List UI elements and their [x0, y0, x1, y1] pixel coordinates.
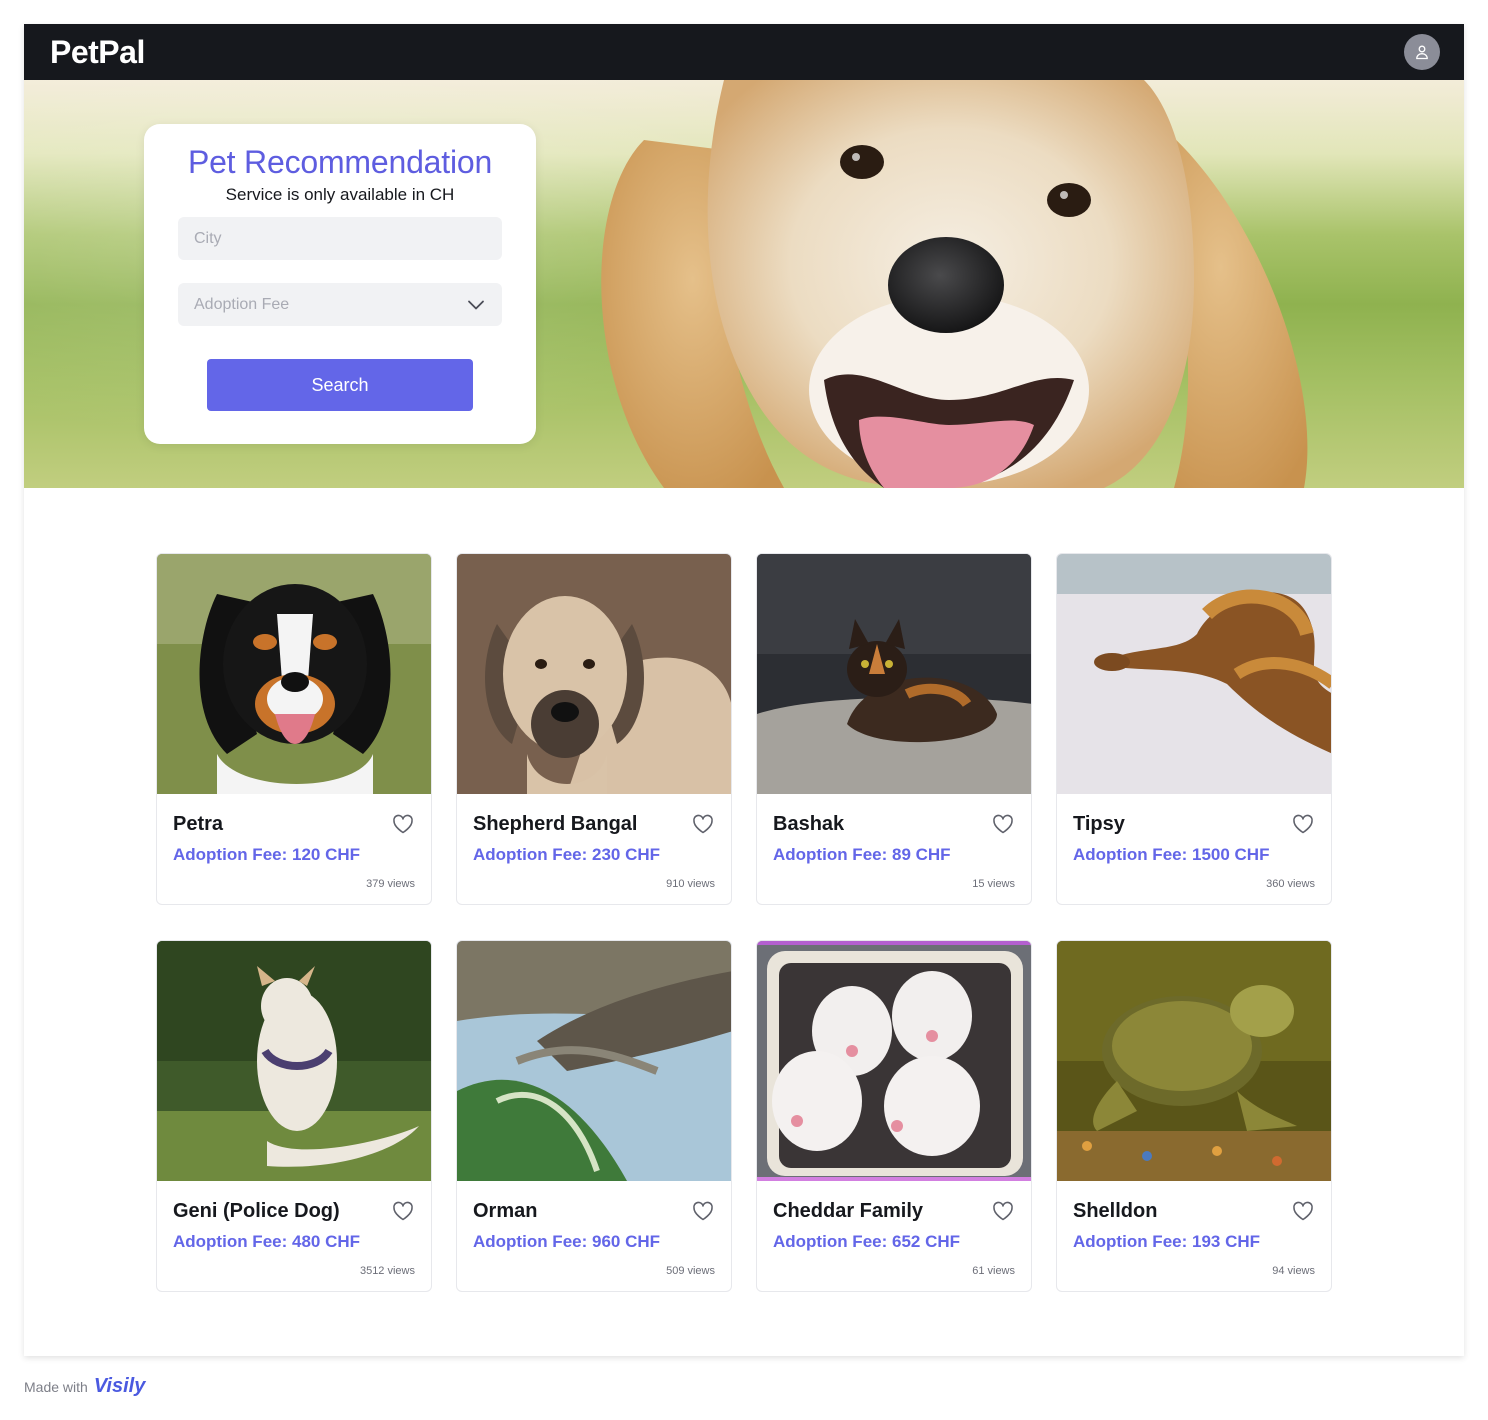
adoption-fee-placeholder: Adoption Fee — [194, 295, 290, 313]
heart-icon[interactable] — [1291, 812, 1315, 836]
pet-adoption-fee: Adoption Fee: 120 CHF — [173, 845, 361, 864]
pet-photo-orman — [457, 941, 731, 1181]
pet-card[interactable]: Petra Adoption Fee: 120 CHF 379 views — [156, 553, 432, 905]
pet-view-count: 15 views — [972, 878, 1015, 890]
heart-icon[interactable] — [691, 812, 715, 836]
pet-adoption-fee: Adoption Fee: 89 CHF — [773, 845, 951, 864]
pet-adoption-fee: Adoption Fee: 652 CHF — [773, 1232, 961, 1251]
made-with-text: Made with — [24, 1378, 88, 1395]
heart-icon[interactable] — [391, 1199, 415, 1223]
pet-photo-tipsy — [1057, 554, 1331, 794]
form-title: Pet Recommendation — [187, 144, 493, 180]
pet-view-count: 94 views — [1272, 1265, 1315, 1277]
pet-photo-shelldon — [1057, 941, 1331, 1181]
heart-icon[interactable] — [1291, 1199, 1315, 1223]
hero-banner: Pet Recommendation Service is only avail… — [24, 80, 1464, 488]
app-frame: PetPal Pet Recommendation Service is onl… — [24, 24, 1464, 1356]
form-subtitle: Service is only available in CH — [225, 185, 455, 204]
heart-icon[interactable] — [991, 1199, 1015, 1223]
pet-photo-geni — [157, 941, 431, 1181]
search-button[interactable]: Search — [207, 359, 473, 411]
pet-adoption-fee: Adoption Fee: 193 CHF — [1073, 1232, 1261, 1251]
pet-view-count: 360 views — [1266, 878, 1315, 890]
pet-card[interactable]: Shelldon Adoption Fee: 193 CHF 94 views — [1056, 940, 1332, 1292]
visily-logo: Visily — [93, 1375, 146, 1397]
pet-card[interactable]: Shepherd Bangal Adoption Fee: 230 CHF 91… — [456, 553, 732, 905]
pet-view-count: 509 views — [666, 1265, 715, 1277]
pet-view-count: 3512 views — [359, 1265, 415, 1277]
pet-adoption-fee: Adoption Fee: 230 CHF — [473, 845, 661, 864]
pet-name: Petra — [173, 813, 224, 835]
pet-view-count: 910 views — [666, 878, 715, 890]
pet-name: Geni (Police Dog) — [173, 1200, 340, 1222]
app-logo[interactable]: PetPal — [50, 34, 145, 71]
adoption-fee-select[interactable]: Adoption Fee — [178, 283, 502, 326]
pet-adoption-fee: Adoption Fee: 480 CHF — [173, 1232, 361, 1251]
pet-card[interactable]: Orman Adoption Fee: 960 CHF 509 views — [456, 940, 732, 1292]
chevron-down-icon — [468, 300, 484, 309]
pet-name: Shelldon — [1073, 1200, 1158, 1222]
pet-photo-bashak — [757, 554, 1031, 794]
heart-icon[interactable] — [391, 812, 415, 836]
pet-name: Orman — [473, 1200, 538, 1222]
top-navbar: PetPal — [24, 24, 1464, 80]
pet-name: Cheddar Family — [773, 1200, 924, 1222]
pet-adoption-fee: Adoption Fee: 960 CHF — [473, 1232, 661, 1251]
pet-card[interactable]: Tipsy Adoption Fee: 1500 CHF 360 views — [1056, 553, 1332, 905]
pet-photo-cheddar-family — [757, 941, 1031, 1181]
pet-card[interactable]: Bashak Adoption Fee: 89 CHF 15 views — [756, 553, 1032, 905]
heart-icon[interactable] — [991, 812, 1015, 836]
pet-card-grid: Petra Adoption Fee: 120 CHF 379 views Sh… — [156, 553, 1332, 1292]
pet-adoption-fee: Adoption Fee: 1500 CHF — [1073, 845, 1270, 864]
pet-view-count: 379 views — [366, 878, 415, 890]
city-input-placeholder: City — [194, 229, 222, 247]
pet-photo-petra — [157, 554, 431, 794]
made-with-badge[interactable]: Made with Visily — [24, 1375, 145, 1398]
user-avatar-button[interactable] — [1404, 34, 1440, 70]
pet-card[interactable]: Geni (Police Dog) Adoption Fee: 480 CHF … — [156, 940, 432, 1292]
pet-view-count: 61 views — [972, 1265, 1015, 1277]
pet-recommendation-form: Pet Recommendation Service is only avail… — [144, 124, 536, 444]
heart-icon[interactable] — [691, 1199, 715, 1223]
pet-name: Bashak — [773, 813, 845, 835]
pet-name: Tipsy — [1073, 813, 1125, 835]
pet-name: Shepherd Bangal — [473, 813, 638, 835]
city-input[interactable]: City — [178, 217, 502, 260]
pet-photo-shepherd-bangal — [457, 554, 731, 794]
pet-card[interactable]: Cheddar Family Adoption Fee: 652 CHF 61 … — [756, 940, 1032, 1292]
user-icon — [1416, 45, 1428, 60]
